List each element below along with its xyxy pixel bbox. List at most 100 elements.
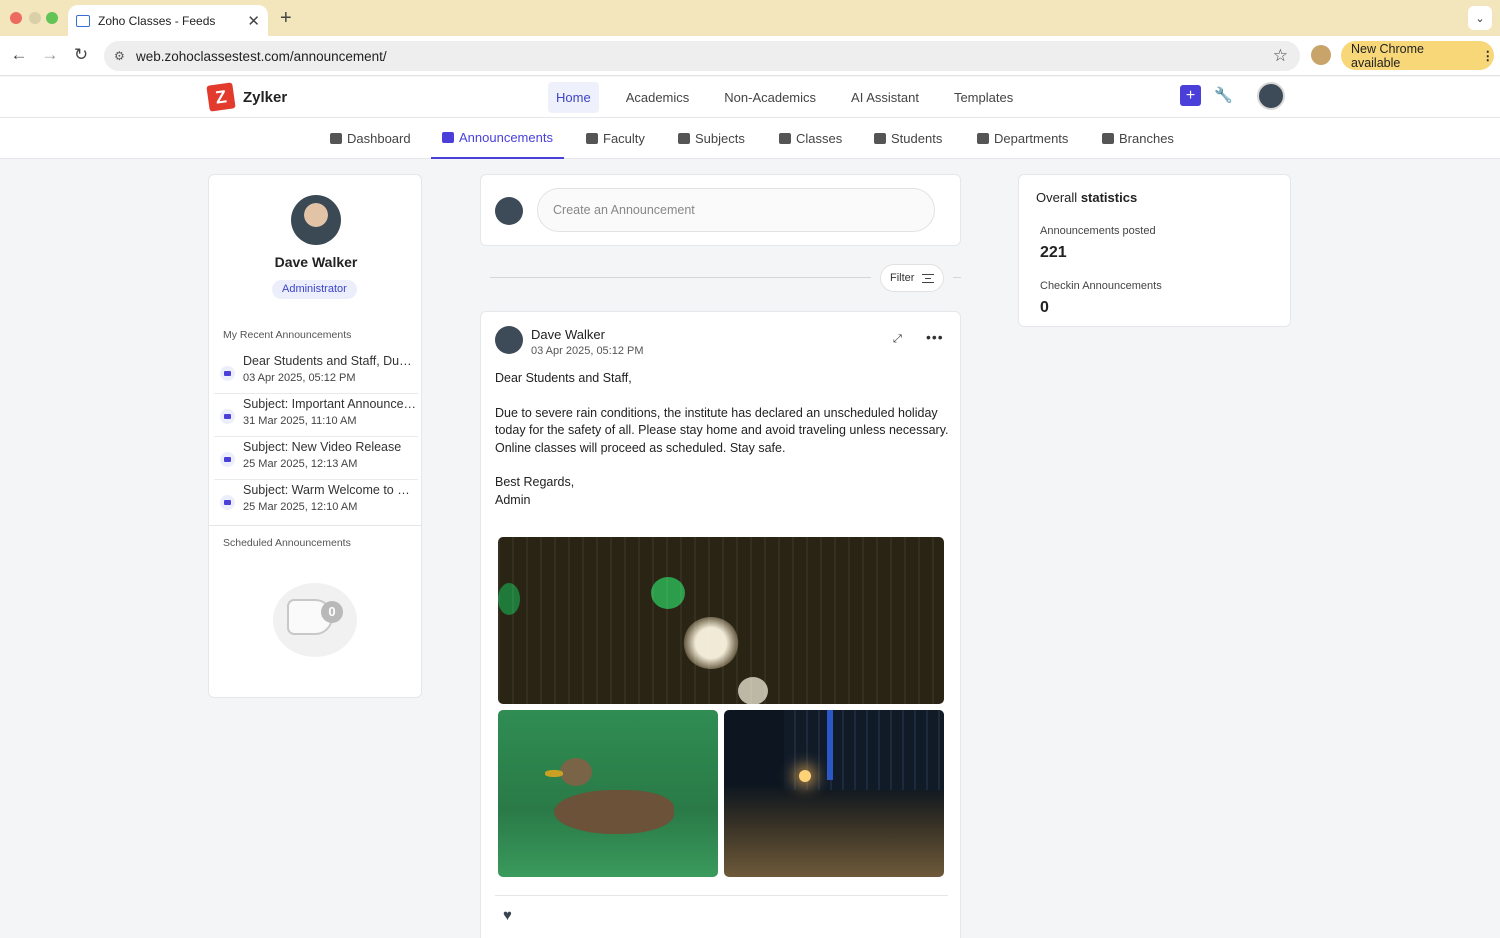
empty-megaphone-illustration: 0	[273, 583, 357, 657]
list-item-title: Dear Students and Staff, Due to severe r…	[243, 354, 417, 368]
maximize-window-button[interactable]	[46, 12, 58, 24]
topnav-templates[interactable]: Templates	[946, 82, 1021, 113]
list-item[interactable]: Subject: New Video Release 25 Mar 2025, …	[214, 437, 418, 480]
wrench-icon[interactable]: 🔧	[1214, 86, 1233, 104]
topnav-academics[interactable]: Academics	[618, 82, 698, 113]
post-text: Due to severe rain conditions, the insti…	[495, 405, 949, 455]
more-options-icon[interactable]: •••	[926, 329, 944, 345]
subnav-announcements[interactable]: Announcements	[431, 118, 564, 159]
subnav-branches[interactable]: Branches	[1102, 118, 1174, 159]
create-announcement-input[interactable]: Create an Announcement	[537, 188, 935, 232]
overall-statistics-card: Overall statistics Announcements posted …	[1018, 174, 1291, 327]
forward-arrow-icon[interactable]: →	[39, 45, 61, 65]
avatar	[495, 197, 523, 225]
announcements-posted-value: 221	[1040, 244, 1067, 261]
list-item[interactable]: Subject: Important Announcement 31 Mar 2…	[214, 394, 418, 437]
stats-title-bold: statistics	[1080, 190, 1138, 205]
browser-titlebar: Zoho Classes - Feeds ✕ + ⌄	[0, 0, 1500, 36]
topnav-ai-assistant[interactable]: AI Assistant	[843, 82, 927, 113]
topnav-home[interactable]: Home	[548, 82, 599, 113]
checkin-announcements-value: 0	[1040, 299, 1049, 316]
feed-divider	[953, 277, 961, 278]
list-item-date: 31 Mar 2025, 11:10 AM	[243, 415, 357, 427]
close-window-button[interactable]	[10, 12, 22, 24]
graduation-cap-icon	[874, 133, 886, 144]
user-avatar[interactable]	[1257, 82, 1285, 110]
filter-icon	[922, 273, 935, 283]
chrome-update-button[interactable]: New Chrome available ⋮	[1341, 41, 1494, 70]
list-item-title: Subject: Warm Welcome to Students	[243, 483, 417, 497]
tab-close-icon[interactable]: ✕	[247, 12, 260, 30]
announcement-post: Dave Walker 03 Apr 2025, 05:12 PM ⤢ ••• …	[480, 311, 961, 938]
post-timestamp: 03 Apr 2025, 05:12 PM	[531, 345, 644, 357]
recent-announcements-list: Dear Students and Staff, Due to severe r…	[209, 351, 423, 523]
chrome-profile-icon[interactable]	[1311, 45, 1331, 65]
subnav-label: Students	[891, 130, 943, 146]
subnav-subjects[interactable]: Subjects	[678, 118, 745, 159]
list-item-title: Subject: Important Announcement	[243, 397, 417, 411]
duck-image[interactable]	[498, 710, 718, 877]
scheduled-announcements-heading: Scheduled Announcements	[223, 537, 351, 549]
chrome-update-label: New Chrome available	[1351, 41, 1424, 70]
announcement-icon	[220, 495, 235, 510]
subnav-label: Subjects	[695, 130, 745, 146]
list-item[interactable]: Dear Students and Staff, Due to severe r…	[214, 351, 418, 394]
top-navigation: Home Academics Non-Academics AI Assistan…	[548, 82, 1040, 113]
filter-button[interactable]: Filter	[880, 264, 944, 292]
subnav-dashboard[interactable]: Dashboard	[330, 118, 411, 159]
heart-icon[interactable]: ♥	[503, 907, 512, 924]
list-item-title: Subject: New Video Release	[243, 440, 402, 454]
wet-street-image[interactable]	[724, 710, 944, 877]
book-icon	[678, 133, 690, 144]
list-item-date: 25 Mar 2025, 12:10 AM	[243, 501, 358, 513]
list-item[interactable]: Subject: Warm Welcome to Students 25 Mar…	[214, 480, 418, 523]
subnav-label: Faculty	[603, 130, 645, 146]
rain-window-image[interactable]	[498, 537, 944, 704]
stats-title: Overall statistics	[1036, 190, 1137, 205]
tab-title: Zoho Classes - Feeds	[98, 13, 216, 28]
reload-icon[interactable]: ↻	[70, 45, 92, 65]
subnav-classes[interactable]: Classes	[779, 118, 842, 159]
role-badge: Administrator	[272, 280, 357, 299]
back-arrow-icon[interactable]: ←	[8, 45, 30, 65]
zylker-logo[interactable]: Z	[206, 82, 236, 112]
topnav-non-academics[interactable]: Non-Academics	[716, 82, 824, 113]
browser-tab[interactable]: Zoho Classes - Feeds ✕	[68, 5, 268, 36]
address-bar[interactable]: ⚙ web.zohoclassestest.com/announcement/ …	[104, 41, 1300, 71]
dashboard-icon	[330, 133, 342, 144]
tab-favicon-icon	[76, 14, 90, 27]
announcement-composer: Create an Announcement	[480, 174, 961, 246]
add-button[interactable]: +	[1180, 85, 1201, 106]
faculty-icon	[586, 133, 598, 144]
bookmark-star-icon[interactable]: ☆	[1273, 46, 1288, 66]
subnav-label: Departments	[994, 130, 1069, 146]
subnav-departments[interactable]: Departments	[977, 118, 1068, 159]
checkin-announcements-label: Checkin Announcements	[1040, 280, 1162, 292]
announcement-icon	[220, 366, 235, 381]
post-greeting: Dear Students and Staff,	[495, 371, 632, 385]
megaphone-icon	[442, 132, 454, 143]
announcements-posted-label: Announcements posted	[1040, 225, 1156, 237]
feed-divider	[490, 277, 871, 278]
announcement-icon	[220, 452, 235, 467]
new-tab-button[interactable]: +	[280, 7, 292, 30]
divider	[209, 525, 421, 526]
brand-name: Zylker	[243, 89, 288, 106]
stats-title-prefix: Overall	[1036, 190, 1078, 205]
subnav-label: Branches	[1119, 130, 1174, 146]
minimize-window-button[interactable]	[29, 12, 41, 24]
recent-announcements-heading: My Recent Announcements	[223, 329, 352, 341]
subnav-faculty[interactable]: Faculty	[586, 118, 645, 159]
app-header: Z Zylker Home Academics Non-Academics AI…	[0, 77, 1500, 118]
expand-icon[interactable]: ⤢	[893, 333, 902, 346]
divider	[495, 895, 948, 896]
subnav-label: Dashboard	[347, 130, 411, 146]
post-body: Dear Students and Staff, Due to severe r…	[495, 370, 950, 509]
tab-search-chevron-icon[interactable]: ⌄	[1468, 6, 1492, 30]
subnav-label: Announcements	[459, 129, 553, 145]
post-signoff: Best Regards,	[495, 475, 575, 490]
subnav-label: Classes	[796, 130, 843, 146]
site-info-icon[interactable]: ⚙	[114, 49, 128, 63]
subnav-students[interactable]: Students	[874, 118, 942, 159]
department-icon	[977, 133, 989, 144]
